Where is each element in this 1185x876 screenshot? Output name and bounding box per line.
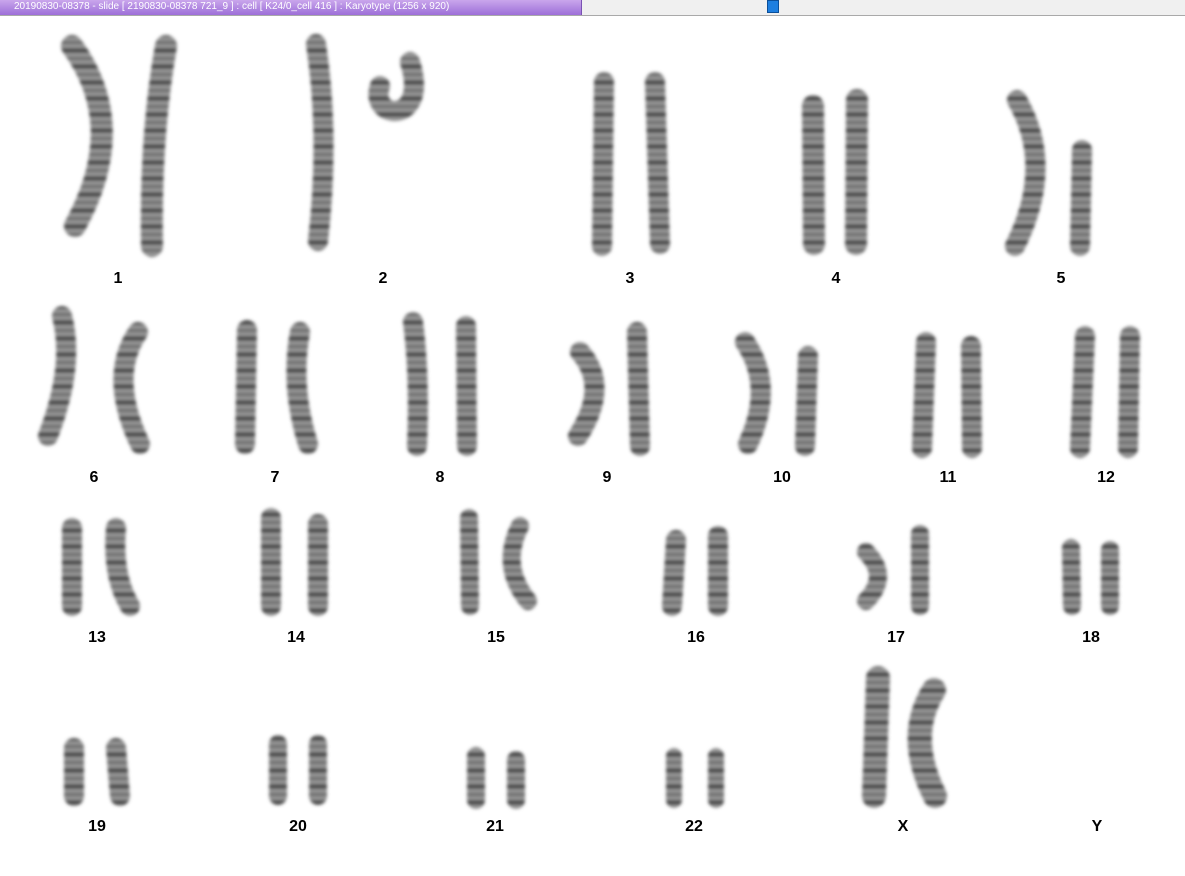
window-title: 20190830-08378 - slide [ 2190830-08378 7… bbox=[14, 1, 450, 12]
chromosome-label-4: 4 bbox=[831, 270, 841, 287]
chromosome-3-a bbox=[592, 72, 614, 256]
chromosome-15-a bbox=[460, 509, 479, 615]
chromosome-9-b bbox=[627, 322, 650, 456]
chromosome-label-6: 6 bbox=[89, 469, 99, 486]
chromosome-canvas bbox=[38, 34, 1140, 809]
chromosome-18-a bbox=[1062, 539, 1081, 615]
chromosome-label-3: 3 bbox=[625, 270, 635, 287]
chromosome-x-b bbox=[907, 678, 947, 808]
chromosome-5-b bbox=[1070, 140, 1092, 256]
chromosome-2-b bbox=[368, 52, 424, 121]
chromosome-label-16: 16 bbox=[687, 629, 705, 646]
chromosome-4-b bbox=[845, 89, 868, 255]
chromosome-12-b bbox=[1118, 326, 1140, 458]
chromosome-label-8: 8 bbox=[435, 469, 445, 486]
chromosome-7-b bbox=[286, 322, 318, 454]
chromosome-label-15: 15 bbox=[487, 629, 505, 646]
chromosome-label-5: 5 bbox=[1056, 270, 1066, 287]
chromosome-11-b bbox=[961, 336, 982, 458]
chromosome-7-a bbox=[235, 320, 257, 454]
chromosome-11-a bbox=[912, 332, 936, 458]
chromosome-2-a bbox=[306, 34, 334, 251]
chromosome-label-11: 11 bbox=[939, 469, 957, 486]
chromosome-19-b bbox=[106, 738, 130, 806]
chromosome-8-a bbox=[403, 312, 428, 456]
chromosome-9-a bbox=[568, 342, 605, 446]
chromosome-10-a bbox=[735, 332, 771, 454]
chromosome-label-21: 21 bbox=[486, 818, 504, 835]
chromosome-label-9: 9 bbox=[602, 469, 612, 486]
chromosome-6-a bbox=[38, 306, 77, 446]
chromosome-label-19: 19 bbox=[88, 818, 106, 835]
karyotype-board: 1 2 3 4 5 6 7 8 9 10 11 12 13 14 15 16 17 18 19 20 21 22 X Y bbox=[0, 16, 1185, 876]
chromosome-16-a bbox=[662, 530, 686, 616]
chromosome-8-b bbox=[456, 316, 477, 456]
chromosome-label-20: 20 bbox=[289, 818, 307, 835]
chromosome-12-a bbox=[1070, 326, 1095, 458]
chromosome-3-b bbox=[645, 72, 670, 254]
chromosome-label-x: X bbox=[897, 818, 909, 835]
chromosome-label-10: 10 bbox=[773, 469, 791, 486]
chromosome-label-18: 18 bbox=[1082, 629, 1100, 646]
chromosome-label-y: Y bbox=[1091, 818, 1103, 835]
chromosome-label-1: 1 bbox=[113, 270, 123, 287]
chromosome-label-13: 13 bbox=[88, 629, 106, 646]
chromosome-label-7: 7 bbox=[270, 469, 280, 486]
window-title-tab[interactable]: 20190830-08378 - slide [ 2190830-08378 7… bbox=[0, 0, 582, 15]
chromosome-x-a bbox=[862, 666, 890, 808]
chromosome-5-a bbox=[1005, 90, 1046, 256]
chromosome-6-b bbox=[113, 322, 150, 454]
chromosome-13-b bbox=[105, 518, 140, 616]
chromosome-label-17: 17 bbox=[887, 629, 905, 646]
chromosome-15-b bbox=[502, 517, 537, 610]
chromosome-10-b bbox=[795, 346, 818, 456]
chromosome-1-a bbox=[61, 35, 113, 237]
chromosome-17-a bbox=[857, 543, 887, 610]
chromosome-4-a bbox=[802, 95, 825, 255]
scroll-handle[interactable] bbox=[767, 0, 779, 13]
chromosome-label-14: 14 bbox=[287, 629, 305, 646]
chromosome-1-b bbox=[140, 35, 177, 257]
chromosome-label-2: 2 bbox=[378, 270, 388, 287]
chromosome-label-22: 22 bbox=[685, 818, 703, 835]
chromosome-label-12: 12 bbox=[1097, 469, 1115, 486]
title-bar: 20190830-08378 - slide [ 2190830-08378 7… bbox=[0, 0, 1185, 16]
